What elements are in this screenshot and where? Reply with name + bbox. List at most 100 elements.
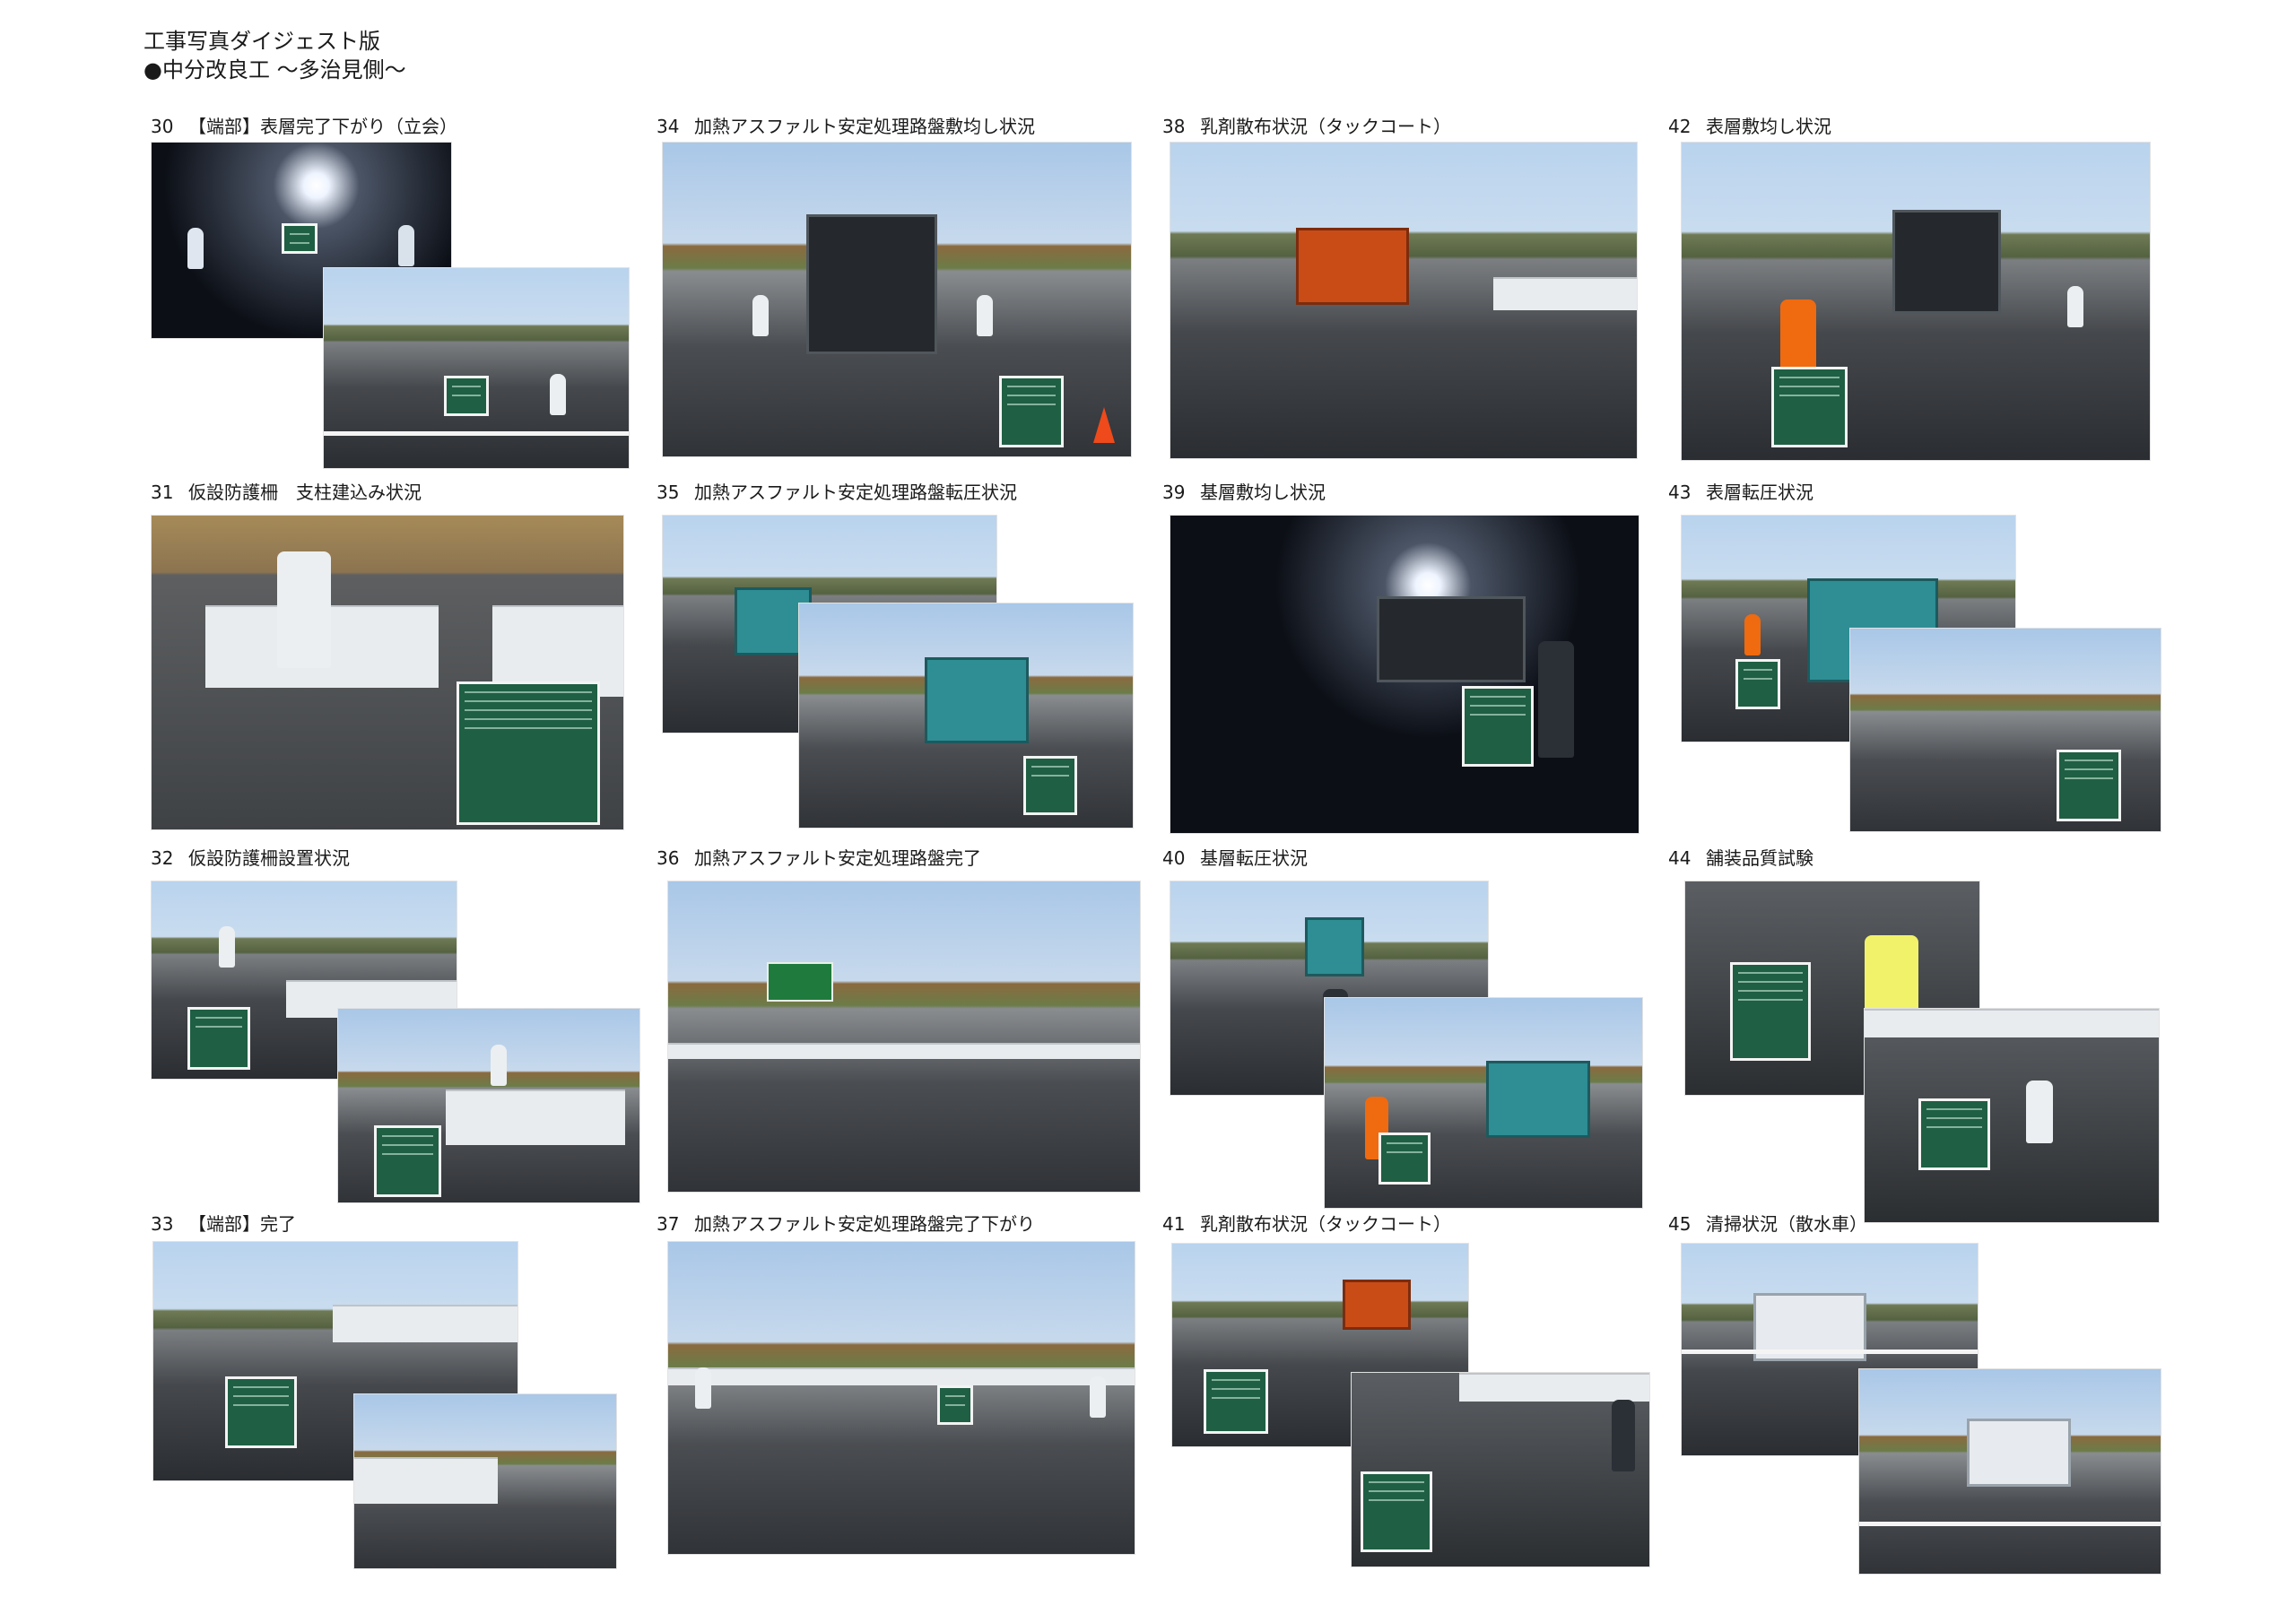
photo-caption-44: 44 舗装品質試験 xyxy=(1668,846,1813,870)
road-roller xyxy=(1305,917,1364,976)
concrete-barrier xyxy=(446,1089,625,1145)
worker-figure xyxy=(1744,614,1761,655)
photo-45-b xyxy=(1858,1368,2161,1575)
photo-title: 乳剤散布状況（タックコート） xyxy=(1200,116,1451,137)
photo-32-b xyxy=(337,1008,640,1203)
asphalt-paver xyxy=(806,214,937,354)
photo-caption-40: 40 基層転圧状況 xyxy=(1162,846,1308,870)
photo-number: 40 xyxy=(1162,847,1186,869)
asphalt-paver xyxy=(1377,596,1526,682)
photo-title: 舗装品質試験 xyxy=(1706,847,1813,869)
photo-caption-37: 37 加熱アスファルト安定処理路盤完了下がり xyxy=(657,1212,1035,1236)
info-board xyxy=(1771,367,1848,447)
photo-title: 加熱アスファルト安定処理路盤敷均し状況 xyxy=(694,116,1035,137)
road-roller xyxy=(925,657,1029,743)
worker-figure xyxy=(398,225,414,266)
info-board xyxy=(1918,1098,1990,1170)
traffic-cone xyxy=(1093,407,1115,443)
info-board xyxy=(1023,756,1077,815)
concrete-barrier xyxy=(1459,1373,1649,1402)
photo-number: 33 xyxy=(151,1213,174,1235)
photo-41-b xyxy=(1351,1372,1650,1567)
photo-35-b xyxy=(798,603,1134,829)
photo-40-b xyxy=(1324,997,1643,1209)
photo-title: 仮設防護柵 支柱建込み状況 xyxy=(188,482,422,503)
road-line xyxy=(1682,1350,1978,1354)
photo-caption-35: 35 加熱アスファルト安定処理路盤転圧状況 xyxy=(657,481,1017,504)
photo-number: 39 xyxy=(1162,482,1186,503)
photo-title: 【端部】完了 xyxy=(188,1213,296,1235)
photo-44-b xyxy=(1864,1008,2160,1223)
info-board xyxy=(444,376,489,416)
road-roller xyxy=(1486,1061,1590,1138)
worker-figure xyxy=(491,1045,507,1086)
photo-43-b xyxy=(1849,628,2161,832)
photo-caption-38: 38 乳剤散布状況（タックコート） xyxy=(1162,115,1451,138)
worker-figure xyxy=(550,374,566,415)
worker-figure xyxy=(752,295,769,336)
photo-caption-30: 30 【端部】表層完了下がり（立会） xyxy=(151,115,457,138)
photo-number: 42 xyxy=(1668,116,1692,137)
worker-figure xyxy=(277,551,331,668)
photo-number: 31 xyxy=(151,482,174,503)
worker-figure xyxy=(187,228,204,269)
photo-38 xyxy=(1170,142,1638,459)
photo-caption-34: 34 加熱アスファルト安定処理路盤敷均し状況 xyxy=(657,115,1035,138)
worker-figure xyxy=(1612,1400,1635,1471)
info-board xyxy=(1462,686,1534,767)
info-board xyxy=(2057,750,2121,821)
photo-number: 38 xyxy=(1162,116,1186,137)
road-line xyxy=(324,431,629,436)
photo-number: 36 xyxy=(657,847,680,869)
photo-title: 加熱アスファルト安定処理路盤完了下がり xyxy=(694,1213,1035,1235)
emulsion-sprayer xyxy=(1296,228,1409,305)
water-truck xyxy=(1967,1419,2071,1487)
photo-caption-45: 45 清掃状況（散水車） xyxy=(1668,1212,1867,1236)
photo-39 xyxy=(1170,515,1639,834)
photo-36 xyxy=(667,881,1141,1193)
photo-title: 基層敷均し状況 xyxy=(1200,482,1326,503)
photo-number: 43 xyxy=(1668,482,1692,503)
emulsion-sprayer xyxy=(1343,1280,1411,1330)
info-board xyxy=(374,1125,441,1197)
photo-34 xyxy=(662,142,1132,457)
photo-number: 34 xyxy=(657,116,680,137)
photo-caption-41: 41 乳剤散布状況（タックコート） xyxy=(1162,1212,1451,1236)
concrete-barrier xyxy=(668,1043,1140,1059)
guardrail xyxy=(354,1457,498,1504)
info-board xyxy=(282,223,317,254)
photo-number: 35 xyxy=(657,482,680,503)
document-title: 工事写真ダイジェスト版 xyxy=(144,29,380,54)
info-board xyxy=(1730,962,1811,1061)
info-board xyxy=(225,1376,297,1448)
photo-title: 加熱アスファルト安定処理路盤完了 xyxy=(694,847,981,869)
photo-number: 37 xyxy=(657,1213,680,1235)
info-board xyxy=(1378,1133,1431,1185)
info-board xyxy=(1735,659,1780,709)
info-board xyxy=(1204,1369,1268,1434)
photo-title: 仮設防護柵設置状況 xyxy=(188,847,350,869)
worker-figure xyxy=(695,1367,711,1409)
photo-title: 清掃状況（散水車） xyxy=(1706,1213,1867,1235)
worker-figure xyxy=(2026,1081,2053,1143)
photo-number: 41 xyxy=(1162,1213,1186,1235)
section-title: ●中分改良工 ～多治見側～ xyxy=(144,57,406,82)
photo-caption-42: 42 表層敷均し状況 xyxy=(1668,115,1831,138)
photo-title: 【端部】表層完了下がり（立会） xyxy=(188,116,457,137)
worker-figure xyxy=(977,295,993,336)
photo-title: 表層敷均し状況 xyxy=(1706,116,1831,137)
photo-number: 30 xyxy=(151,116,174,137)
photo-42 xyxy=(1681,142,2151,461)
concrete-barrier xyxy=(1865,1009,2159,1037)
photo-caption-39: 39 基層敷均し状況 xyxy=(1162,481,1326,504)
photo-title: 乳剤散布状況（タックコート） xyxy=(1200,1213,1451,1235)
worker-figure xyxy=(1090,1376,1106,1418)
photo-number: 32 xyxy=(151,847,174,869)
photo-number: 45 xyxy=(1668,1213,1692,1235)
photo-33-b xyxy=(353,1393,617,1569)
asphalt-paver xyxy=(1892,210,2001,314)
photo-number: 44 xyxy=(1668,847,1692,869)
road-line xyxy=(1859,1522,2161,1526)
info-board xyxy=(1361,1471,1432,1552)
worker-figure xyxy=(219,926,235,968)
